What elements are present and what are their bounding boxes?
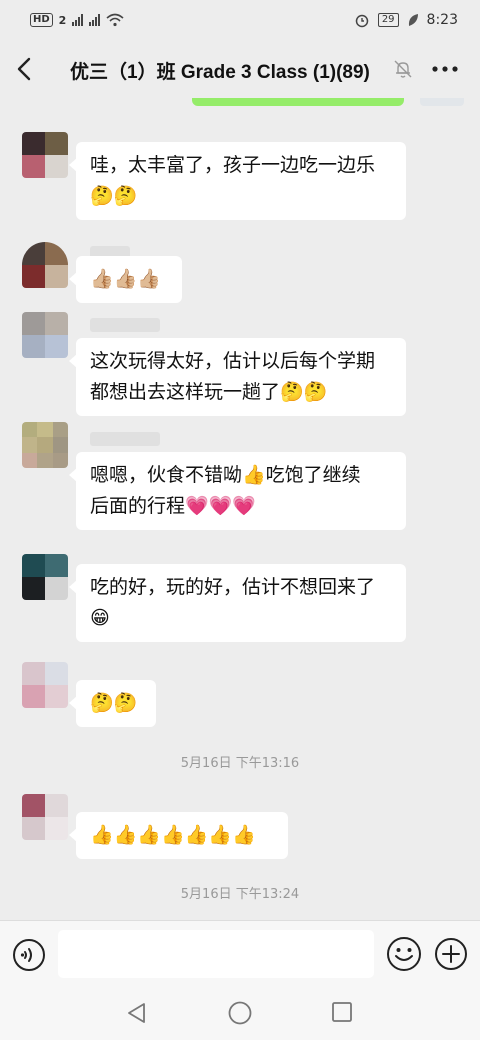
signal-2g-icon — [72, 14, 84, 26]
status-bar: HD 2 29 8:23 — [0, 0, 480, 40]
signal-4g-icon — [89, 14, 101, 26]
sender-name-blurred — [90, 432, 160, 446]
message-input-bar — [0, 920, 480, 986]
status-right: 29 8:23 — [354, 12, 458, 28]
square-recent-icon[interactable] — [330, 1000, 354, 1024]
sim2-label: 2 — [58, 13, 67, 27]
system-nav-bar — [0, 986, 480, 1040]
sent-bubble-partial — [192, 98, 404, 106]
message-bubble[interactable]: 👍🏼👍🏼👍🏼 — [69, 256, 182, 303]
avatar[interactable] — [22, 662, 68, 708]
battery-level: 29 — [377, 13, 399, 27]
leaf-icon — [408, 14, 418, 26]
chat-message-list[interactable]: 哇，太丰富了，孩子一边吃一边乐 🤔🤔 👍🏼👍🏼👍🏼 这次玩得太好，估计以后每个学… — [0, 98, 480, 920]
avatar[interactable] — [22, 422, 68, 468]
avatar[interactable] — [22, 132, 68, 178]
alarm-icon — [355, 14, 369, 28]
bell-off-icon — [394, 60, 412, 78]
message-emoji: 🤔🤔 — [90, 185, 138, 207]
message-bubble[interactable]: 这次玩得太好，估计以后每个学期 都想出去这样玩一趟了🤔🤔 — [69, 338, 406, 416]
avatar[interactable] — [22, 794, 68, 840]
chat-header: 优三（1）班 Grade 3 Class (1)(89) — [0, 40, 480, 98]
smiley-icon[interactable] — [386, 936, 422, 972]
circle-home-icon[interactable] — [226, 999, 254, 1027]
network-indicators: HD 2 — [30, 13, 124, 27]
message-bubble[interactable]: 🤔🤔 — [69, 680, 156, 727]
message-text: 嗯嗯，伙食不错呦👍吃饱了继续 — [90, 464, 361, 486]
message-bubble[interactable]: 👍👍👍👍👍👍👍 — [69, 812, 288, 859]
timestamp: 5月16日 下午13:24 — [180, 887, 300, 902]
message-bubble[interactable]: 哇，太丰富了，孩子一边吃一边乐 🤔🤔 — [69, 142, 406, 220]
hd-badge: HD — [30, 13, 53, 27]
message-emoji: 😁 — [90, 607, 110, 629]
avatar[interactable] — [22, 312, 68, 358]
message-input[interactable] — [58, 930, 374, 978]
message-text: 吃的好，玩的好，估计不想回来了 — [90, 576, 376, 598]
message-bubble[interactable]: 吃的好，玩的好，估计不想回来了 😁 — [69, 564, 406, 642]
message-emoji: 👍👍👍👍👍👍👍 — [90, 824, 256, 846]
message-emoji: 👍🏼👍🏼👍🏼 — [90, 268, 161, 290]
chat-title: 优三（1）班 Grade 3 Class (1)(89) — [70, 62, 370, 83]
avatar[interactable] — [22, 554, 68, 600]
clock: 8:23 — [426, 12, 458, 28]
chevron-left-icon[interactable] — [14, 56, 36, 82]
message-text-line2: 都想出去这样玩一趟了🤔🤔 — [90, 381, 328, 403]
ellipsis-icon[interactable] — [430, 60, 460, 78]
avatar[interactable] — [22, 242, 68, 288]
sender-name-blurred — [90, 318, 160, 332]
triangle-back-icon[interactable] — [124, 1000, 150, 1026]
plus-circle-icon[interactable] — [434, 937, 468, 971]
message-text-line2: 后面的行程💗💗💗 — [90, 495, 256, 517]
voice-icon[interactable] — [12, 938, 46, 972]
message-text: 这次玩得太好，估计以后每个学期 — [90, 350, 376, 372]
wifi-icon — [106, 13, 124, 27]
message-bubble[interactable]: 嗯嗯，伙食不错呦👍吃饱了继续 后面的行程💗💗💗 — [69, 452, 406, 530]
message-emoji: 🤔🤔 — [90, 692, 138, 714]
avatar-partial — [420, 98, 464, 106]
message-text: 哇，太丰富了，孩子一边吃一边乐 — [90, 154, 376, 176]
timestamp: 5月16日 下午13:16 — [180, 756, 300, 771]
